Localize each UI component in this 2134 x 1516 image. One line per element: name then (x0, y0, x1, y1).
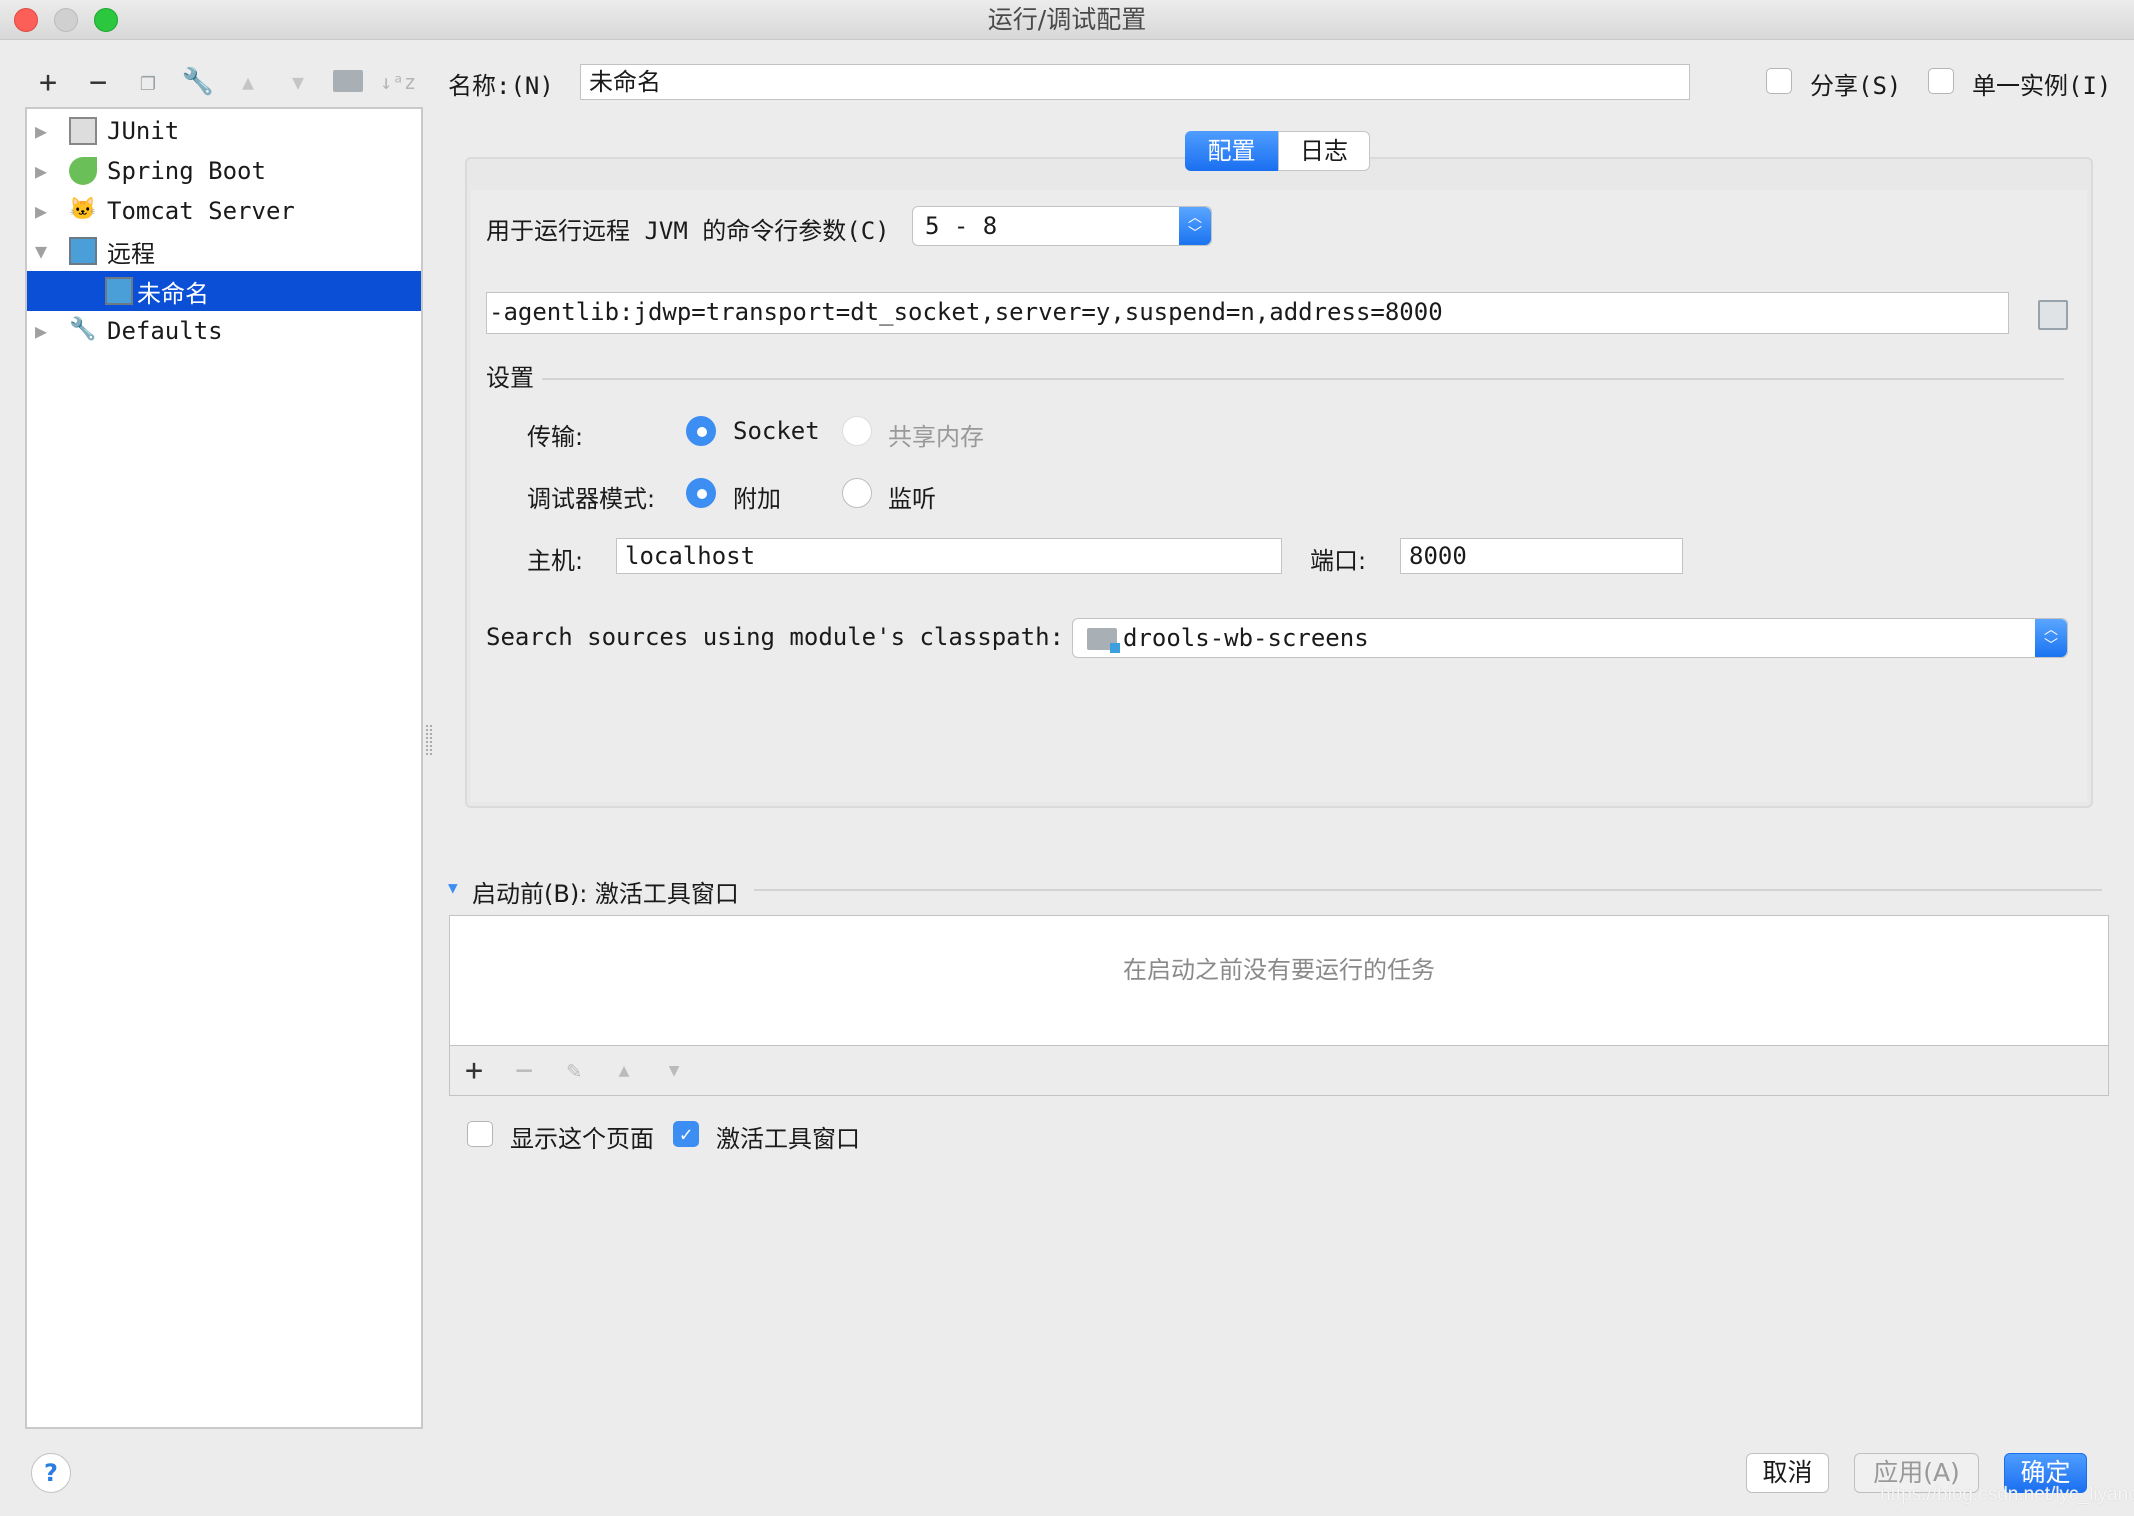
before-launch-label: 启动前(B): 激活工具窗口 (472, 880, 739, 908)
wrench-icon[interactable]: 🔧 (180, 64, 216, 100)
arrow-down-icon[interactable]: ▼ (280, 64, 316, 100)
debugger-mode-label: 调试器模式: (527, 485, 656, 513)
shared-memory-label: 共享内存 (888, 423, 984, 451)
cancel-button[interactable]: 取消 (1746, 1453, 1829, 1493)
share-label: 分享(S) (1810, 72, 1902, 100)
name-label: 名称:(N) (448, 72, 554, 100)
socket-label: Socket (733, 417, 820, 445)
edit-task-icon[interactable]: ✎ (556, 1052, 592, 1088)
host-label: 主机: (527, 547, 584, 575)
remove-task-icon[interactable]: − (506, 1052, 542, 1088)
collapse-triangle-icon[interactable]: ▼ (448, 878, 458, 897)
tree-item-label: Defaults (107, 317, 223, 345)
share-checkbox[interactable] (1766, 68, 1792, 94)
module-value: drools-wb-screens (1123, 624, 1369, 652)
title-bar: 运行/调试配置 (0, 0, 2134, 40)
tree-item-defaults[interactable]: ▶ 🔧 Defaults (27, 311, 421, 351)
shared-memory-radio[interactable] (842, 416, 872, 446)
minimize-window-button[interactable] (54, 8, 78, 32)
junit-icon (69, 117, 97, 145)
tree-item-label: 远程 (107, 239, 155, 268)
module-select[interactable]: drools-wb-screens ︿ ﹀ (1072, 618, 2068, 658)
copy-icon[interactable] (2038, 300, 2068, 330)
activate-tool-window-checkbox[interactable]: ✓ (673, 1121, 699, 1147)
command-line-field[interactable]: -agentlib:jdwp=transport=dt_socket,serve… (486, 292, 2009, 334)
expand-arrow-icon[interactable]: ▶ (35, 319, 47, 343)
single-instance-label: 单一实例(I) (1972, 72, 2112, 100)
tree-item-label: 未命名 (137, 279, 209, 308)
copy-icon[interactable]: ❐ (130, 64, 166, 100)
config-tree[interactable]: ▶ JUnit ▶ Spring Boot ▶ 🐱 Tomcat Server … (25, 107, 423, 1429)
listen-label: 监听 (888, 485, 936, 513)
module-folder-icon (1087, 628, 1120, 653)
tree-item-junit[interactable]: ▶ JUnit (27, 111, 421, 151)
expand-arrow-icon[interactable]: ▶ (35, 119, 47, 143)
name-input[interactable]: 未命名 (580, 64, 1690, 100)
jvm-args-label: 用于运行远程 JVM 的命令行参数(C) (486, 217, 890, 245)
jvm-version-select[interactable]: 5 - 8 ︿ ﹀ (912, 206, 1212, 246)
attach-label: 附加 (733, 485, 781, 513)
expand-arrow-icon[interactable]: ▶ (35, 159, 47, 183)
chevron-updown-icon: ︿ ﹀ (2035, 619, 2067, 657)
port-label: 端口: (1310, 547, 1367, 575)
settings-label: 设置 (486, 364, 534, 392)
before-launch-divider (754, 889, 2102, 891)
arrow-up-icon[interactable]: ▲ (230, 64, 266, 100)
tree-item-label: Tomcat Server (107, 197, 295, 225)
move-down-icon[interactable]: ▼ (656, 1052, 692, 1088)
collapse-arrow-icon[interactable]: ▼ (35, 239, 47, 263)
tree-item-tomcat[interactable]: ▶ 🐱 Tomcat Server (27, 191, 421, 231)
single-instance-checkbox[interactable] (1928, 68, 1954, 94)
spring-boot-icon (69, 157, 97, 185)
add-task-icon[interactable]: + (456, 1052, 492, 1088)
activate-tool-window-label: 激活工具窗口 (716, 1125, 860, 1153)
listen-radio[interactable] (842, 478, 872, 508)
transport-label: 传输: (527, 423, 584, 451)
splitter-handle[interactable] (426, 725, 432, 755)
tomcat-icon: 🐱 (69, 197, 97, 222)
close-window-button[interactable] (14, 8, 38, 32)
tab-config[interactable]: 配置 (1185, 131, 1278, 171)
port-input[interactable]: 8000 (1400, 538, 1683, 574)
tree-item-spring-boot[interactable]: ▶ Spring Boot (27, 151, 421, 191)
sort-az-icon[interactable]: ↓ᵃz (380, 64, 416, 100)
remote-icon (105, 277, 133, 305)
move-up-icon[interactable]: ▲ (606, 1052, 642, 1088)
tree-item-label: Spring Boot (107, 157, 266, 185)
zoom-window-button[interactable] (94, 8, 118, 32)
show-page-checkbox[interactable] (467, 1121, 493, 1147)
plus-icon[interactable]: + (30, 64, 66, 100)
tree-item-label: JUnit (107, 117, 180, 145)
expand-arrow-icon[interactable]: ▶ (35, 199, 47, 223)
jvm-version-value: 5 - 8 (925, 212, 998, 240)
settings-divider (542, 378, 2064, 380)
attach-radio[interactable] (686, 478, 716, 508)
socket-radio[interactable] (686, 416, 716, 446)
module-classpath-label: Search sources using module's classpath: (486, 623, 1064, 651)
help-button[interactable]: ? (31, 1453, 71, 1493)
tree-item-remote[interactable]: ▼ 远程 (27, 231, 421, 271)
window-title: 运行/调试配置 (987, 5, 1147, 34)
minus-icon[interactable]: − (80, 64, 116, 100)
empty-task-text: 在启动之前没有要运行的任务 (1123, 956, 1435, 984)
chevron-updown-icon: ︿ ﹀ (1179, 207, 1211, 245)
folder-icon[interactable] (333, 70, 363, 92)
wrench-icon: 🔧 (69, 317, 97, 342)
show-page-label: 显示这个页面 (510, 1125, 654, 1153)
watermark: https://blog.csdn.net/lyc_liyanchao (1880, 1484, 2134, 1505)
task-toolbar (449, 1045, 2109, 1096)
host-input[interactable]: localhost (616, 538, 1282, 574)
tree-item-unnamed[interactable]: 未命名 (27, 271, 421, 311)
remote-icon (69, 237, 97, 265)
tab-logs[interactable]: 日志 (1278, 131, 1370, 171)
